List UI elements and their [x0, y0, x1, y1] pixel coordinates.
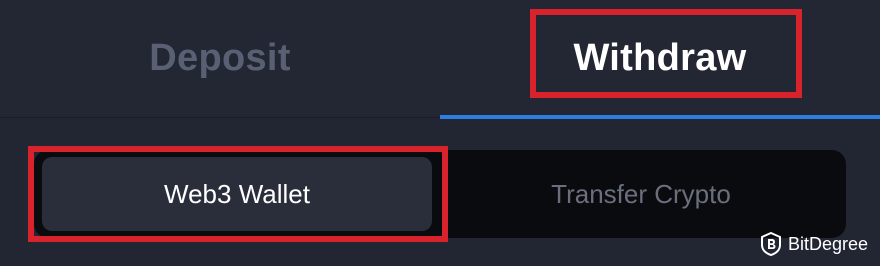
tab-withdraw[interactable]: Withdraw	[440, 0, 880, 116]
active-tab-underline	[440, 115, 880, 119]
watermark-brand-text: BitDegree	[787, 233, 868, 254]
deposit-withdraw-tabs: Deposit Withdraw	[0, 0, 880, 119]
transfer-crypto-option[interactable]: Transfer Crypto	[446, 157, 836, 231]
tab-deposit[interactable]: Deposit	[0, 0, 440, 116]
bitdegree-watermark: BitDegree	[760, 232, 868, 256]
tabs-divider	[0, 117, 440, 118]
web3-wallet-option[interactable]: Web3 Wallet	[42, 157, 432, 231]
wallet-type-segmented-control: Web3 Wallet Transfer Crypto	[34, 150, 846, 238]
bitdegree-logo-icon	[760, 232, 781, 256]
